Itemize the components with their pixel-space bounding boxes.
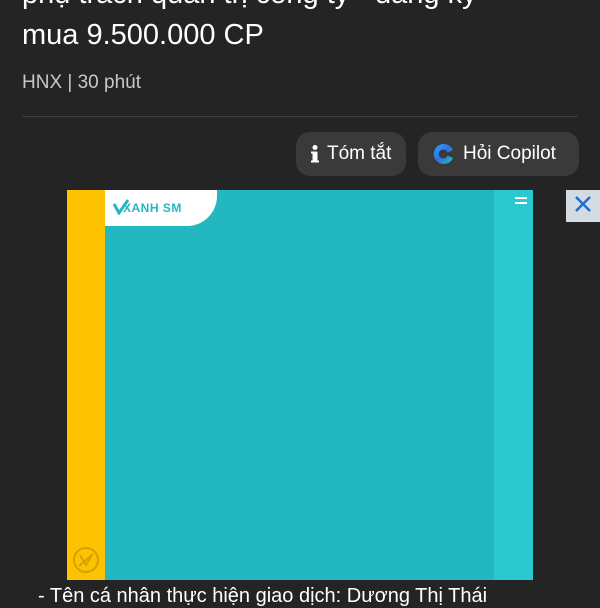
ad-yellow-strip bbox=[67, 190, 105, 580]
summary-label: Tóm tắt bbox=[327, 143, 392, 164]
summary-button[interactable]: Tóm tắt bbox=[296, 132, 406, 176]
ad-logo: XANH SM bbox=[105, 190, 217, 226]
divider bbox=[22, 116, 578, 117]
ad-right-strip bbox=[494, 190, 533, 580]
article-title-line-1: phụ trách quản trị công ty - đăng ký bbox=[22, 0, 592, 15]
copilot-icon bbox=[432, 142, 456, 166]
article-meta: HNX | 30 phút bbox=[22, 72, 142, 93]
close-icon bbox=[574, 195, 592, 218]
ad-badge-icon bbox=[72, 546, 100, 574]
ad-brand-text: XANH SM bbox=[123, 201, 182, 215]
info-icon bbox=[310, 144, 320, 164]
article-title-line-2: mua 9.500.000 CP bbox=[22, 19, 264, 51]
close-ad-button[interactable] bbox=[566, 190, 600, 222]
advertisement-banner[interactable]: XANH SM bbox=[67, 190, 533, 580]
ask-copilot-button[interactable]: Hỏi Copilot bbox=[418, 132, 579, 176]
copilot-label: Hỏi Copilot bbox=[463, 143, 556, 164]
article-body-preview: - Tên cá nhân thực hiện giao dịch: Dương… bbox=[38, 585, 488, 607]
article-title: phụ trách quản trị công ty - đăng ký mua… bbox=[22, 0, 592, 56]
menu-icon[interactable] bbox=[515, 196, 527, 206]
